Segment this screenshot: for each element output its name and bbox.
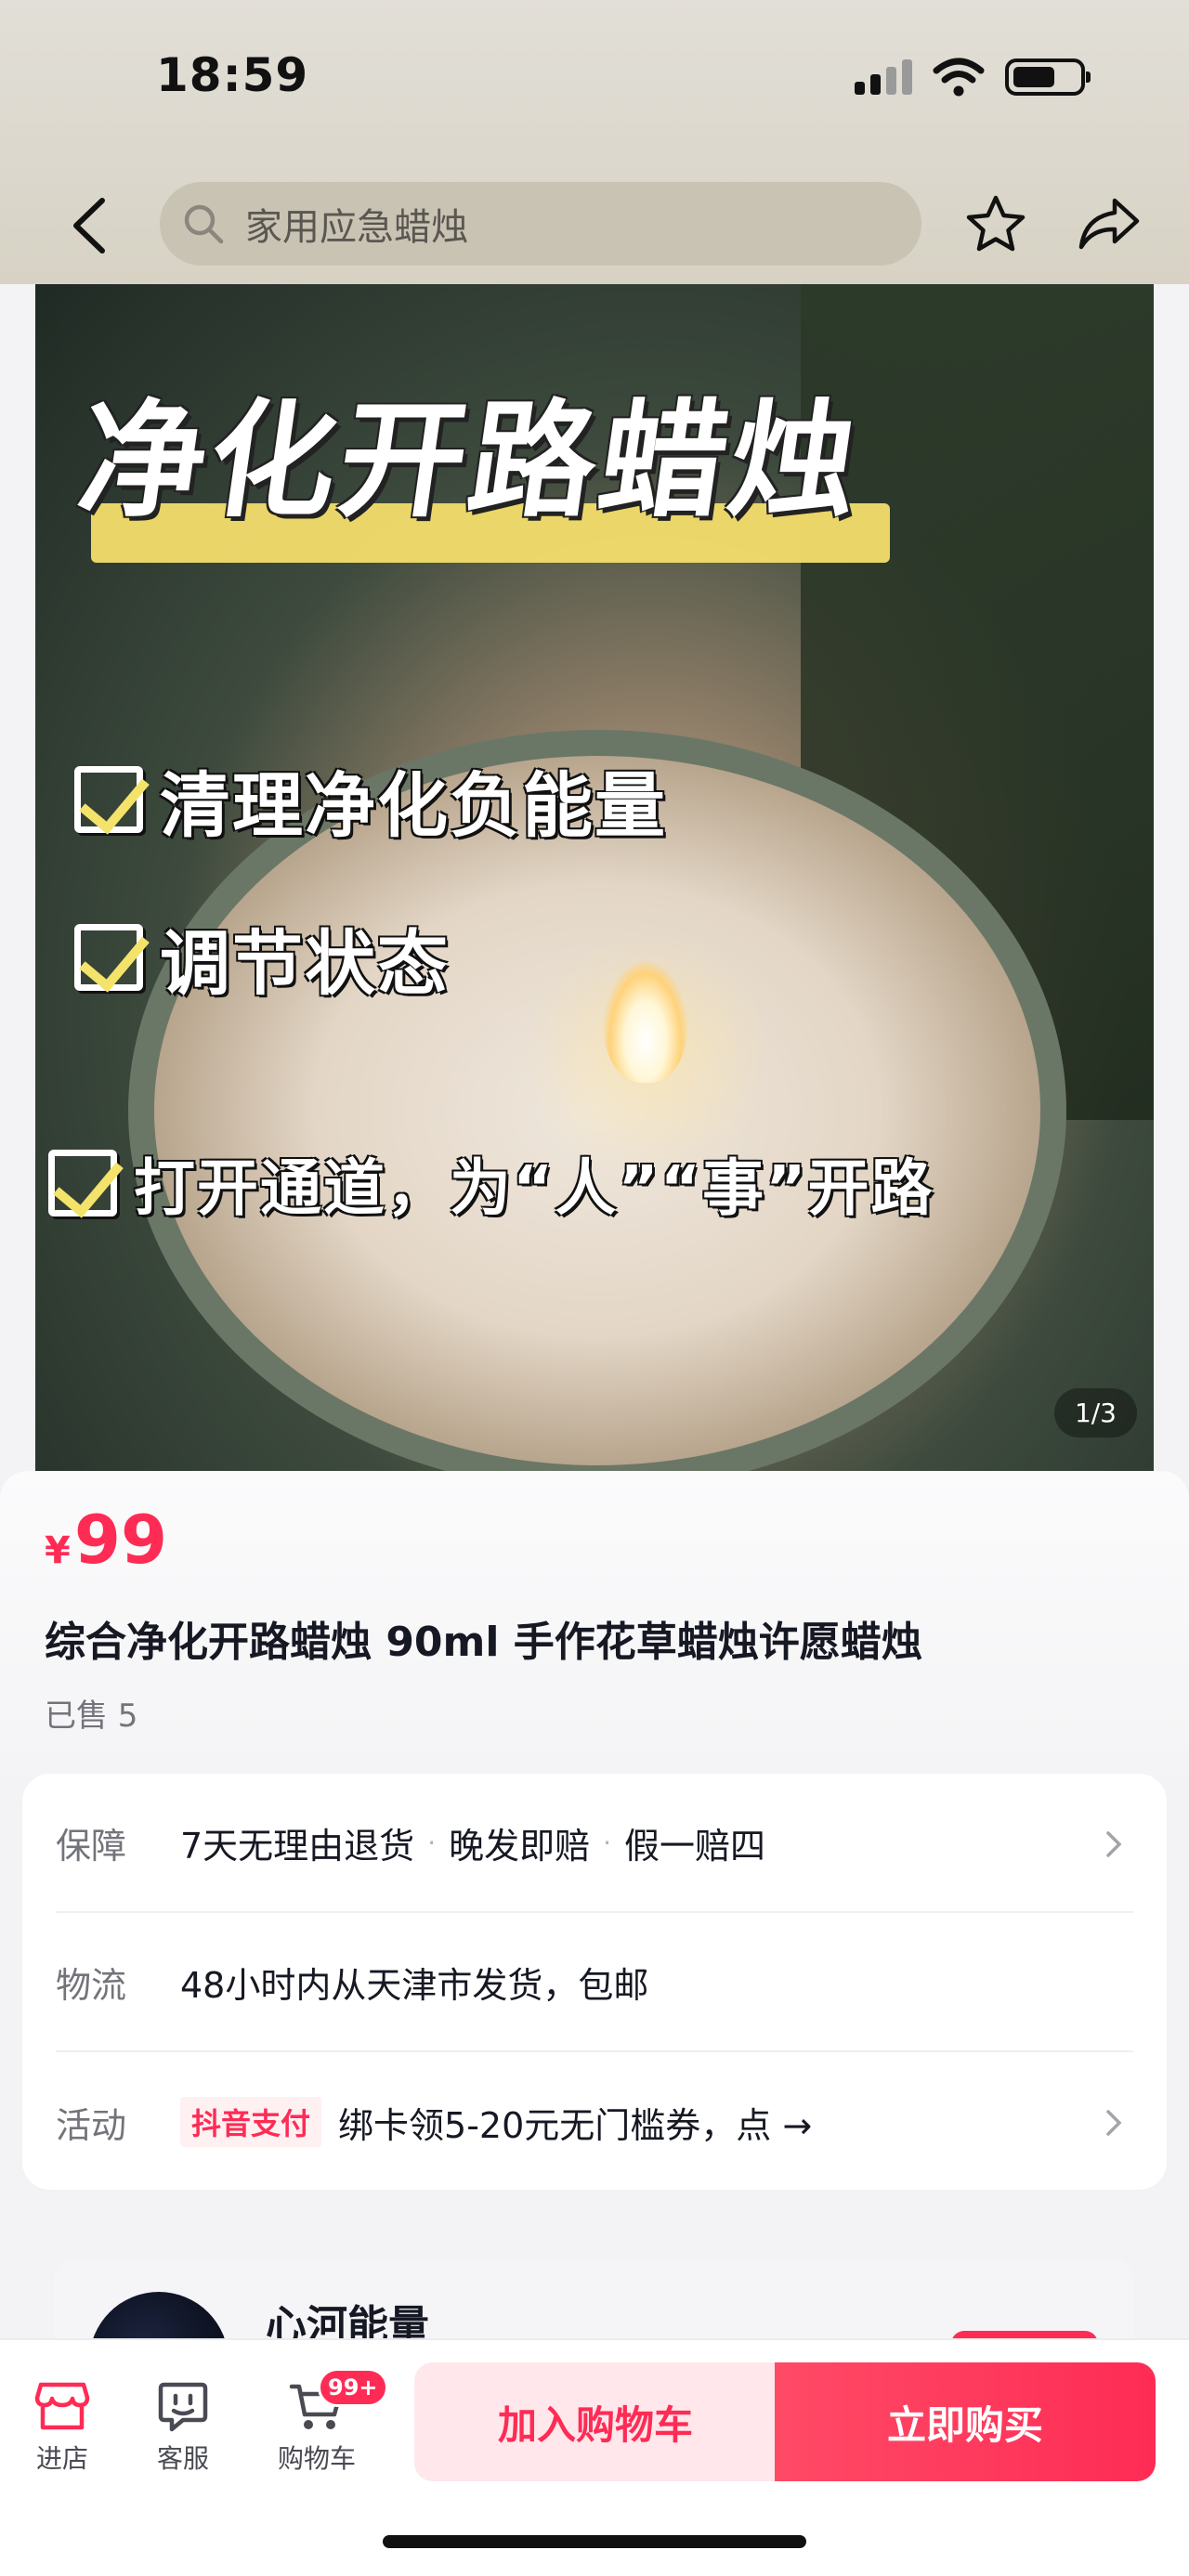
cart-button[interactable]: 99+ 购物车 xyxy=(266,2368,388,2476)
candle-flame xyxy=(604,962,687,1083)
cart-label: 购物车 xyxy=(277,2443,356,2474)
guarantee-item: 7天无理由退货 xyxy=(180,1825,415,1867)
guarantee-item: 晚发即赔 xyxy=(449,1825,591,1867)
favorite-button[interactable] xyxy=(964,193,1027,256)
service-info-card: 保障 7天无理由退货 · 晚发即赔 · 假一赔四 物流 48小时内从天津市发货，… xyxy=(22,1774,1167,2190)
wifi-icon xyxy=(933,58,985,97)
image-pager: 1/3 xyxy=(1053,1388,1137,1438)
battery-icon xyxy=(1005,59,1091,96)
checkbox-icon xyxy=(48,1150,117,1216)
checkbox-icon xyxy=(74,766,143,833)
promo-row[interactable]: 活动 抖音支付 绑卡领5-20元无门槛券，点 → xyxy=(56,2052,1133,2192)
search-icon xyxy=(184,204,224,244)
status-icons xyxy=(855,58,1091,97)
price: ¥ 99 xyxy=(45,1501,168,1579)
promo-value: 绑卡领5-20元无门槛券，点 → xyxy=(338,2104,813,2146)
guarantee-label: 保障 xyxy=(56,1825,127,1867)
logistics-value: 48小时内从天津市发货，包邮 xyxy=(180,1964,649,2006)
search-text: 家用应急蜡烛 xyxy=(245,206,468,249)
image-line: 清理净化负能量 xyxy=(74,748,667,851)
customer-service-button[interactable]: 客服 xyxy=(132,2379,234,2476)
logistics-label: 物流 xyxy=(56,1964,127,2006)
product-image-carousel[interactable]: 净化开路蜡烛 清理净化负能量 调节状态 打开通道，为“人”“事”开路 1/3 xyxy=(35,284,1154,1482)
star-icon xyxy=(966,195,1026,252)
cart-badge: 99+ xyxy=(318,2368,388,2407)
back-button[interactable] xyxy=(65,193,117,258)
home-indicator xyxy=(383,2535,806,2548)
share-button[interactable] xyxy=(1076,195,1143,254)
guarantee-row[interactable]: 保障 7天无理由退货 · 晚发即赔 · 假一赔四 xyxy=(56,1774,1133,1913)
chevron-left-icon xyxy=(73,198,105,254)
cellular-signal-icon xyxy=(855,59,912,95)
image-line: 打开通道，为“人”“事”开路 xyxy=(48,1138,934,1228)
top-header: 18:59 家用应急蜡烛 xyxy=(0,0,1189,284)
share-icon xyxy=(1078,198,1140,250)
store-label: 进店 xyxy=(35,2443,88,2474)
promo-tag: 抖音支付 xyxy=(180,2097,322,2147)
sold-count: 已售 5 xyxy=(45,1698,138,1735)
price-card: ¥ 99 综合净化开路蜡烛 90ml 手作花草蜡烛许愿蜡烛 已售 5 xyxy=(0,1471,1189,1777)
chevron-right-icon xyxy=(1106,2110,1122,2136)
promo-label: 活动 xyxy=(56,2104,127,2146)
add-to-cart-button[interactable]: 加入购物车 xyxy=(414,2362,777,2481)
image-title: 净化开路蜡烛 xyxy=(70,388,871,535)
guarantee-item: 假一赔四 xyxy=(624,1825,766,1867)
store-button[interactable]: 进店 xyxy=(11,2379,113,2476)
store-icon xyxy=(34,2382,90,2430)
product-title: 综合净化开路蜡烛 90ml 手作花草蜡烛许愿蜡烛 xyxy=(45,1619,922,1666)
image-line: 调节状态 xyxy=(74,906,450,1008)
buy-now-button[interactable]: 立即购买 xyxy=(775,2362,1156,2481)
customer-service-label: 客服 xyxy=(156,2443,209,2474)
chevron-right-icon xyxy=(1106,1831,1122,1857)
checkbox-icon xyxy=(74,924,143,991)
logistics-row: 物流 48小时内从天津市发货，包邮 xyxy=(56,1913,1133,2052)
status-time: 18:59 xyxy=(156,48,309,102)
search-input[interactable]: 家用应急蜡烛 xyxy=(160,182,921,266)
chat-icon xyxy=(158,2382,208,2432)
